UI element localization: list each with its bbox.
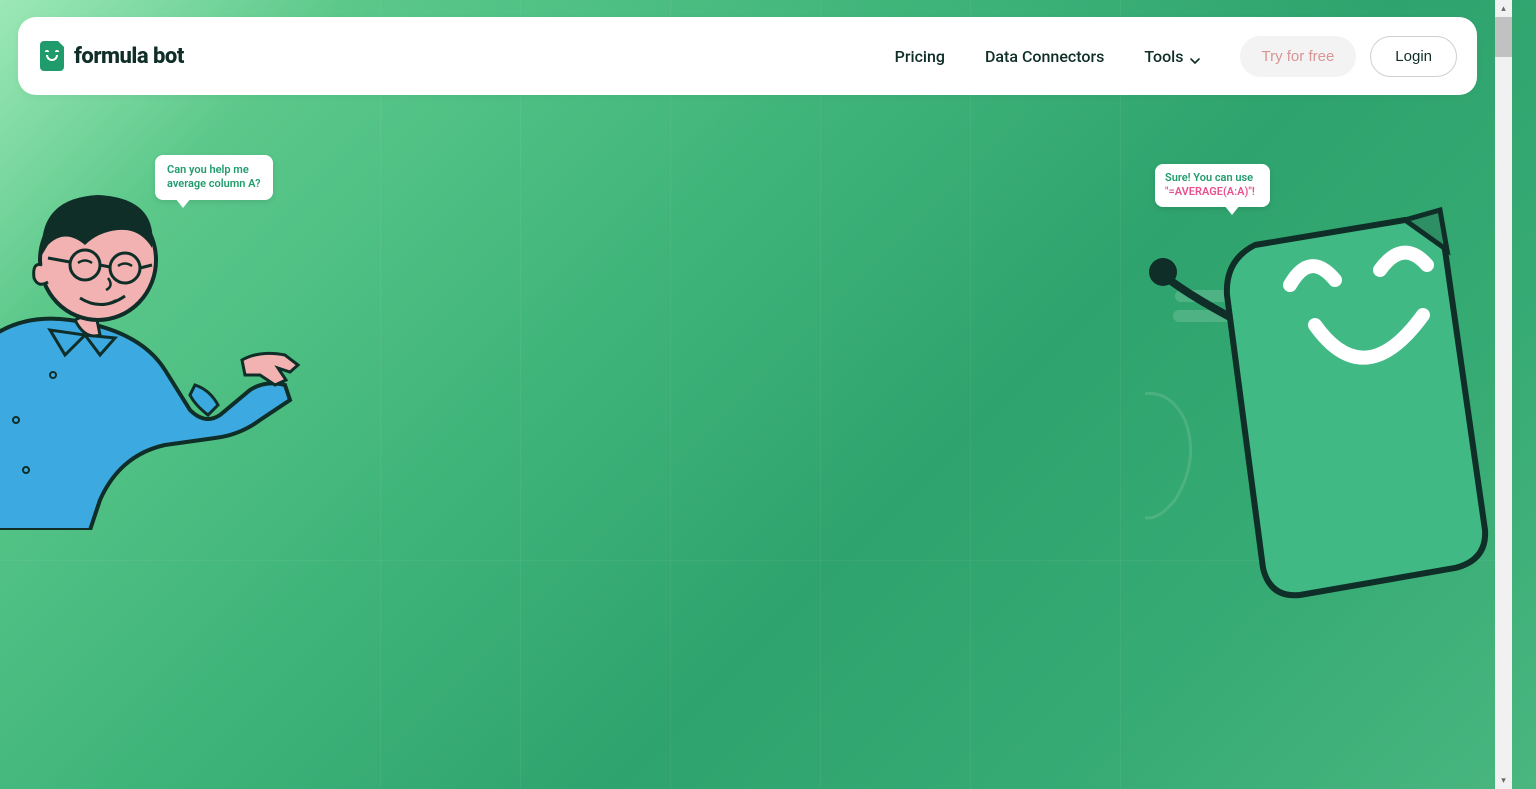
- user-bubble-text: Can you help me average column A?: [167, 163, 261, 190]
- nav-link-label: Pricing: [895, 47, 945, 66]
- bot-speech-bubble: Sure! You can use "=AVERAGE(A:A)"!: [1155, 164, 1270, 207]
- login-button[interactable]: Login: [1370, 36, 1457, 77]
- brand-name: formula bot: [74, 44, 184, 69]
- person-svg: [0, 190, 310, 530]
- logo-icon: [40, 41, 64, 71]
- bot-illustration: Sure! You can use "=AVERAGE(A:A)"!: [1145, 200, 1495, 600]
- nav-link-label: Data Connectors: [985, 47, 1104, 66]
- nav-link-pricing[interactable]: Pricing: [895, 47, 945, 66]
- user-illustration: Can you help me average column A?: [0, 190, 310, 530]
- bot-bubble-line2: "=AVERAGE(A:A)"!: [1165, 185, 1255, 198]
- scrollbar-thumb[interactable]: [1495, 17, 1512, 57]
- nav-link-tools[interactable]: Tools: [1144, 47, 1199, 66]
- nav-buttons: Try for free Login: [1240, 36, 1458, 77]
- bot-svg: [1145, 200, 1495, 600]
- nav-link-data-connectors[interactable]: Data Connectors: [985, 47, 1104, 66]
- user-speech-bubble: Can you help me average column A?: [155, 155, 273, 200]
- nav-links: Pricing Data Connectors Tools: [895, 47, 1200, 66]
- brand-logo[interactable]: formula bot: [40, 41, 184, 71]
- bot-bubble-line1: Sure! You can use: [1165, 171, 1253, 184]
- chevron-down-icon: [1190, 51, 1200, 61]
- try-for-free-button[interactable]: Try for free: [1240, 36, 1357, 77]
- nav-link-label: Tools: [1144, 47, 1183, 66]
- scrollbar-up-icon[interactable]: ▴: [1495, 0, 1512, 17]
- navbar: formula bot Pricing Data Connectors Tool…: [18, 17, 1477, 95]
- scrollbar-down-icon[interactable]: ▾: [1495, 772, 1512, 789]
- vertical-scrollbar[interactable]: ▴ ▾: [1495, 0, 1512, 789]
